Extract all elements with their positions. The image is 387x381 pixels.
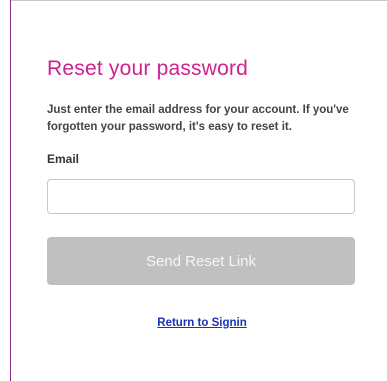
send-reset-link-button[interactable]: Send Reset Link — [47, 237, 355, 285]
left-margin — [0, 0, 10, 381]
return-to-signin-link[interactable]: Return to Signin — [47, 317, 357, 329]
email-label: Email — [47, 152, 80, 166]
frame-top-border — [10, 0, 387, 1]
frame-left-border — [10, 0, 11, 381]
email-field[interactable] — [47, 179, 355, 214]
reset-password-form: Reset your password Just enter the email… — [47, 56, 357, 329]
page-title: Reset your password — [47, 57, 249, 80]
page-frame: Reset your password Just enter the email… — [0, 0, 387, 381]
intro-text: Just enter the email address for your ac… — [47, 104, 349, 133]
